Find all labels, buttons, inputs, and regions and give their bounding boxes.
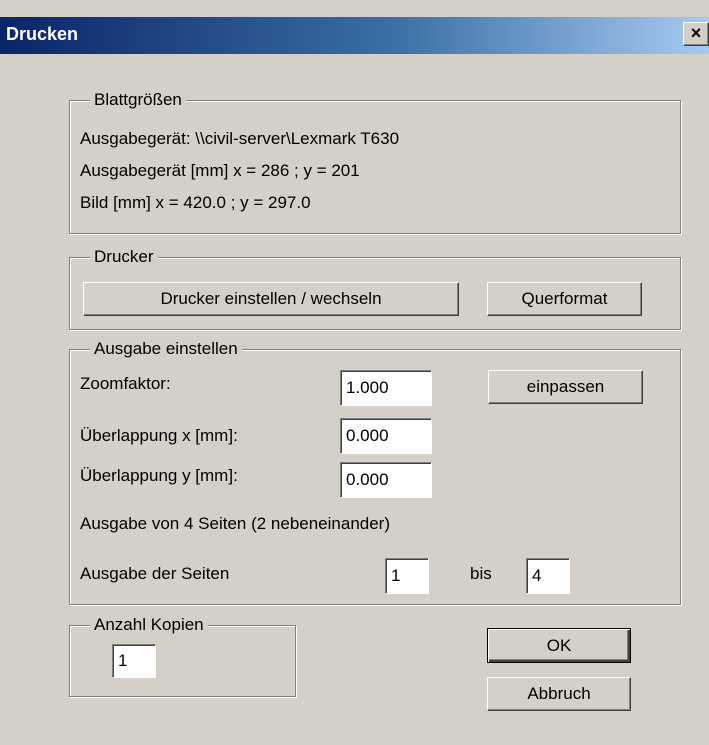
overlap-y-input[interactable]: 0.000 [340,462,432,498]
printer-legend: Drucker [90,247,158,267]
title-bar: Drucken × [0,17,709,54]
output-device-mm-text: Ausgabegerät [mm] x = 286 ; y = 201 [80,161,360,180]
close-icon: × [690,23,702,43]
output-device-text: Ausgabegerät: \\civil-server\Lexmark T63… [80,129,400,148]
copies-legend: Anzahl Kopien [90,615,208,635]
output-settings-group: Ausgabe einstellen Zoomfaktor: 1.000 ein… [69,339,681,605]
output-settings-legend: Ausgabe einstellen [90,339,242,359]
zoom-label: Zoomfaktor: [80,374,171,393]
sheet-sizes-legend: Blattgrößen [90,90,186,110]
copies-input[interactable]: 1 [112,644,156,678]
overlap-x-input[interactable]: 0.000 [340,418,432,454]
pages-label: Ausgabe der Seiten [80,564,230,583]
printer-group: Drucker Drucker einstellen / wechseln Qu… [69,247,681,330]
page-to-label: bis [470,564,492,583]
close-button[interactable]: × [683,22,709,46]
cancel-button[interactable]: Abbruch [487,677,631,711]
page-to-input[interactable]: 4 [526,558,570,594]
window-title: Drucken [6,24,79,44]
ok-button[interactable]: OK [487,628,631,663]
landscape-button[interactable]: Querformat [487,282,642,316]
sheet-sizes-group: Blattgrößen Ausgabegerät: \\civil-server… [69,90,681,234]
fit-button[interactable]: einpassen [488,370,643,404]
copies-group: Anzahl Kopien 1 [69,615,296,697]
overlap-x-label: Überlappung x [mm]: [80,426,238,445]
page-from-input[interactable]: 1 [385,558,429,594]
overlap-y-label: Überlappung y [mm]: [80,466,238,485]
zoom-input[interactable]: 1.000 [340,370,432,406]
image-mm-text: Bild [mm] x = 420.0 ; y = 297.0 [80,193,311,212]
printer-setup-button[interactable]: Drucker einstellen / wechseln [83,282,459,316]
pages-info-text: Ausgabe von 4 Seiten (2 nebeneinander) [80,514,391,533]
